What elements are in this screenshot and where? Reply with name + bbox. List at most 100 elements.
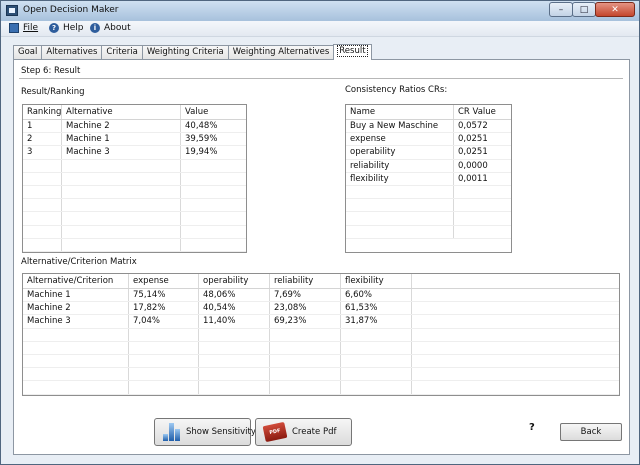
tab-result-label: Result bbox=[337, 45, 368, 57]
menu-help-label: Help bbox=[63, 23, 84, 33]
consistency-label: Consistency Ratios CRs: bbox=[345, 85, 448, 95]
help-button[interactable]: ? bbox=[529, 422, 535, 433]
create-pdf-button[interactable]: PDF Create Pdf bbox=[255, 418, 352, 446]
table-cell: 0,0251 bbox=[458, 147, 488, 158]
menu-about-label: About bbox=[104, 23, 131, 33]
table-cell: 48,06% bbox=[199, 289, 270, 302]
column-header[interactable]: operability bbox=[199, 274, 270, 288]
table-cell: Machine 1 bbox=[23, 289, 129, 302]
info-icon: i bbox=[90, 23, 100, 33]
table-cell: 7,04% bbox=[129, 315, 199, 328]
column-header[interactable]: Ranking bbox=[23, 105, 62, 119]
column-header[interactable]: Name bbox=[346, 105, 454, 119]
tab-criteria[interactable]: Criteria bbox=[101, 45, 143, 60]
column-header[interactable]: Alternative bbox=[62, 105, 181, 119]
table-cell: operability bbox=[346, 146, 454, 159]
column-header[interactable]: expense bbox=[129, 274, 199, 288]
table-cell: 11,40% bbox=[199, 315, 270, 328]
matrix-table[interactable]: Alternative/Criterion expense operabilit… bbox=[22, 273, 620, 396]
table-row[interactable]: 3 Machine 3 19,94% bbox=[23, 146, 246, 160]
table-cell: expense bbox=[346, 133, 454, 146]
table-cell: 40,48% bbox=[185, 121, 218, 131]
table-row[interactable]: reliability 0,0000 bbox=[346, 159, 511, 173]
column-header[interactable]: reliability bbox=[270, 274, 341, 288]
column-header[interactable]: Value bbox=[181, 105, 246, 119]
table-cell: 17,82% bbox=[129, 302, 199, 315]
create-pdf-label: Create Pdf bbox=[292, 427, 337, 437]
tab-result[interactable]: Result bbox=[333, 44, 372, 60]
ranking-label: Result/Ranking bbox=[21, 87, 85, 97]
window-title: Open Decision Maker bbox=[23, 5, 119, 15]
chart-icon bbox=[163, 423, 180, 441]
table-cell: Machine 3 bbox=[23, 315, 129, 328]
table-cell: Machine 2 bbox=[62, 120, 181, 133]
table-cell: Machine 2 bbox=[23, 302, 129, 315]
ranking-table[interactable]: Ranking Alternative Value 1 Machine 2 40… bbox=[22, 104, 247, 253]
menu-file-label: File bbox=[23, 23, 39, 33]
app-icon bbox=[6, 5, 18, 16]
title-bar[interactable]: Open Decision Maker – □ ✕ bbox=[1, 1, 639, 21]
close-button[interactable]: ✕ bbox=[595, 2, 635, 17]
consistency-table[interactable]: Name CR Value Buy a New Maschine 0,0572 … bbox=[345, 104, 512, 253]
table-cell: 0,0572 bbox=[458, 121, 488, 131]
table-row[interactable]: Machine 2 17,82% 40,54% 23,08% 61,53% bbox=[23, 302, 619, 316]
column-header[interactable]: flexibility bbox=[341, 274, 412, 288]
menu-about[interactable]: i About bbox=[90, 23, 131, 33]
matrix-header-row: Alternative/Criterion expense operabilit… bbox=[23, 274, 619, 289]
menu-help[interactable]: ? Help bbox=[49, 23, 84, 33]
minimize-button[interactable]: – bbox=[549, 2, 573, 17]
pdf-icon: PDF bbox=[262, 421, 288, 443]
table-cell: Machine 1 bbox=[62, 133, 181, 146]
table-cell: Machine 3 bbox=[62, 146, 181, 159]
table-cell: Buy a New Maschine bbox=[346, 120, 454, 133]
table-row[interactable]: 1 Machine 2 40,48% bbox=[23, 120, 246, 134]
back-button[interactable]: Back bbox=[560, 423, 622, 441]
table-cell: 75,14% bbox=[129, 289, 199, 302]
tab-alternatives[interactable]: Alternatives bbox=[41, 45, 103, 60]
show-sensitivity-button[interactable]: Show Sensitivity bbox=[154, 418, 256, 446]
maximize-button[interactable]: □ bbox=[572, 2, 596, 17]
table-cell: 23,08% bbox=[270, 302, 341, 315]
table-cell: 31,87% bbox=[341, 315, 412, 328]
table-row[interactable]: 2 Machine 1 39,59% bbox=[23, 133, 246, 147]
result-panel: Step 6: Result Result/Ranking Ranking Al… bbox=[13, 59, 630, 455]
table-row[interactable]: flexibility 0,0011 bbox=[346, 172, 511, 186]
table-cell: 61,53% bbox=[341, 302, 412, 315]
help-icon: ? bbox=[49, 23, 59, 33]
table-cell: 1 bbox=[23, 120, 62, 133]
step-label: Step 6: Result bbox=[21, 66, 81, 76]
table-cell: 2 bbox=[23, 133, 62, 146]
tab-weighting-alternatives[interactable]: Weighting Alternatives bbox=[227, 45, 335, 60]
show-sensitivity-label: Show Sensitivity bbox=[186, 427, 256, 437]
tab-weighting-criteria[interactable]: Weighting Criteria bbox=[141, 45, 229, 60]
table-row[interactable]: expense 0,0251 bbox=[346, 133, 511, 147]
menu-file[interactable]: File bbox=[9, 23, 38, 33]
app-window: Open Decision Maker – □ ✕ File ? Help i … bbox=[0, 0, 640, 465]
table-cell: 39,59% bbox=[185, 134, 218, 145]
column-header[interactable]: CR Value bbox=[454, 105, 511, 119]
menu-bar: File ? Help i About bbox=[1, 21, 639, 37]
tab-goal[interactable]: Goal bbox=[13, 45, 43, 60]
file-icon bbox=[9, 23, 19, 33]
table-cell: flexibility bbox=[346, 172, 454, 185]
consistency-header-row: Name CR Value bbox=[346, 105, 511, 120]
step-divider bbox=[19, 78, 623, 79]
table-cell: 40,54% bbox=[199, 302, 270, 315]
table-cell: 7,69% bbox=[270, 289, 341, 302]
tab-bar: Goal Alternatives Criteria Weighting Cri… bbox=[13, 44, 372, 60]
matrix-label: Alternative/Criterion Matrix bbox=[21, 257, 137, 267]
table-cell: 0,0251 bbox=[458, 134, 488, 145]
window-controls: – □ ✕ bbox=[549, 2, 635, 17]
table-cell: 6,60% bbox=[341, 289, 412, 302]
table-row[interactable]: Buy a New Maschine 0,0572 bbox=[346, 120, 511, 134]
table-row[interactable]: Machine 1 75,14% 48,06% 7,69% 6,60% bbox=[23, 289, 619, 303]
table-row[interactable]: Machine 3 7,04% 11,40% 69,23% 31,87% bbox=[23, 315, 619, 329]
table-cell: 0,0000 bbox=[458, 160, 488, 171]
table-cell: 19,94% bbox=[185, 147, 218, 158]
ranking-header-row: Ranking Alternative Value bbox=[23, 105, 246, 120]
column-header[interactable]: Alternative/Criterion bbox=[23, 274, 129, 288]
table-cell: 3 bbox=[23, 146, 62, 159]
table-cell: 69,23% bbox=[270, 315, 341, 328]
table-cell: reliability bbox=[346, 159, 454, 172]
table-row[interactable]: operability 0,0251 bbox=[346, 146, 511, 160]
